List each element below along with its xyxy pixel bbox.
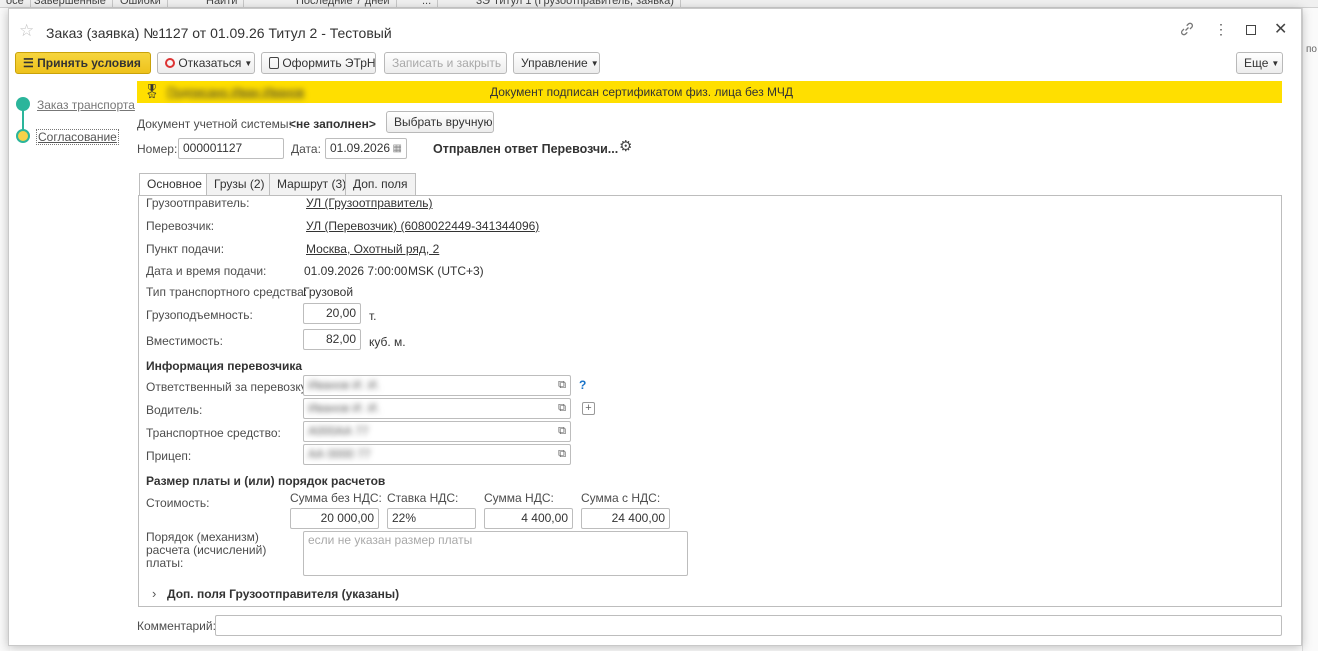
pickup-datetime-label: Дата и время подачи: — [146, 264, 267, 278]
sum-without-vat-header: Сумма без НДС: — [290, 491, 382, 505]
signer-link[interactable]: Подписано Иван Иванов — [167, 85, 304, 99]
sum-with-vat-header: Сумма с НДС: — [581, 491, 661, 505]
background-tab: Ошибки — [114, 0, 168, 7]
gear-icon[interactable]: ⚙ — [619, 137, 632, 155]
number-label: Номер: — [137, 142, 178, 156]
add-driver-icon[interactable]: + — [582, 402, 595, 415]
tab-route[interactable]: Маршрут (3) — [269, 173, 355, 195]
tab-main[interactable]: Основное — [139, 173, 210, 196]
issue-etrn-button[interactable]: Оформить ЭТрН — [261, 52, 376, 74]
pickup-point-label: Пункт подачи: — [146, 242, 225, 256]
date-field[interactable]: 01.09.2026 ▦ — [325, 138, 407, 159]
open-icon[interactable]: ⧉ — [558, 445, 566, 464]
carrier-info-heading: Информация перевозчика — [146, 359, 303, 373]
chevron-down-icon: ▼ — [244, 59, 253, 68]
star-icon[interactable]: ☆ — [19, 21, 34, 41]
open-icon[interactable]: ⧉ — [558, 376, 566, 395]
window-title: Заказ (заявка) №1127 от 01.09.26 Титул 2… — [46, 25, 392, 41]
accounting-document-label: Документ учетной системы: — [137, 117, 292, 131]
certificate-icon: 🎖 — [143, 83, 161, 99]
sum-with-vat-field[interactable]: 24 400,00 — [581, 508, 670, 529]
background-fragment-text: по — [1306, 44, 1317, 55]
shipper-extra-fields-group[interactable]: Доп. поля Грузоотправителя (указаны) — [167, 587, 399, 601]
timezone-value: MSK (UTC+3) — [408, 264, 484, 278]
vat-rate-header: Ставка НДС: — [387, 491, 459, 505]
chevron-right-icon[interactable]: › — [152, 586, 156, 601]
more-menu-button[interactable]: Еще ▼ — [1236, 52, 1283, 74]
help-icon[interactable]: ? — [579, 378, 586, 392]
manage-menu-button[interactable]: Управление ▼ — [513, 52, 600, 74]
vehicle-field[interactable]: А000АА 77 ⧉ — [303, 421, 571, 442]
link-icon[interactable] — [1179, 21, 1195, 40]
trailer-label: Прицеп: — [146, 449, 192, 463]
payment-order-label: Порядок (механизм) расчета (исчислений) … — [146, 530, 267, 570]
background-app-tabs: осе Завершенные Ошибки Найти Последние 7… — [0, 0, 1318, 8]
tab-extra-fields[interactable]: Доп. поля — [345, 173, 416, 195]
background-tab: ... — [416, 0, 439, 7]
pickup-datetime-value: 01.09.2026 7:00:00 — [304, 264, 408, 278]
vat-rate-field[interactable]: 22% — [387, 508, 476, 529]
open-icon[interactable]: ⧉ — [558, 422, 566, 441]
volume-unit: куб. м. — [369, 335, 406, 349]
background-tab: осе — [0, 0, 31, 7]
pickup-point-link[interactable]: Москва, Охотный ряд, 2 — [306, 242, 439, 256]
carrier-link[interactable]: УЛ (Перевозчик) (6080022449-341344096) — [306, 219, 539, 233]
capacity-label: Грузоподъемность: — [146, 308, 253, 322]
accept-icon: ☰ — [23, 56, 34, 70]
background-tab: Найти — [200, 0, 245, 7]
volume-label: Вместимость: — [146, 334, 223, 348]
vehicle-type-label: Тип транспортного средства: — [146, 285, 308, 299]
chevron-down-icon: ▼ — [1271, 59, 1280, 68]
shipper-link[interactable]: УЛ (Грузоотправитель) — [306, 196, 433, 210]
background-tab: 3Э Титул 1 (Грузоотправитель, заявка) — [470, 0, 681, 7]
order-window: ☆ Заказ (заявка) №1127 от 01.09.26 Титул… — [8, 8, 1302, 646]
trailer-field[interactable]: АА 0000 77 ⧉ — [303, 444, 571, 465]
more-icon[interactable]: ⋮ — [1214, 22, 1228, 36]
vat-amount-header: Сумма НДС: — [484, 491, 554, 505]
select-manually-button[interactable]: Выбрать вручную — [386, 111, 494, 133]
close-icon[interactable]: ✕ — [1274, 19, 1287, 39]
shipper-label: Грузоотправитель: — [146, 196, 250, 210]
sum-without-vat-field[interactable]: 20 000,00 — [290, 508, 379, 529]
date-label: Дата: — [291, 142, 321, 156]
vat-amount-field[interactable]: 4 400,00 — [484, 508, 573, 529]
decline-icon — [165, 58, 175, 68]
step-order-transport[interactable]: Заказ транспорта — [37, 98, 135, 112]
decline-button[interactable]: Отказаться ▼ — [157, 52, 255, 74]
driver-field[interactable]: Иванов И. И. ⧉ — [303, 398, 571, 419]
chevron-down-icon: ▼ — [590, 59, 599, 68]
save-and-close-button[interactable]: Записать и закрыть — [384, 52, 507, 74]
background-tab: Завершенные — [28, 0, 113, 7]
signature-status-text: Документ подписан сертификатом физ. лица… — [490, 85, 794, 99]
driver-label: Водитель: — [146, 403, 203, 417]
open-icon[interactable]: ⧉ — [558, 399, 566, 418]
status-text: Отправлен ответ Перевозчи... — [433, 142, 619, 156]
responsible-label: Ответственный за перевозку: — [146, 380, 311, 394]
carrier-label: Перевозчик: — [146, 219, 215, 233]
capacity-unit: т. — [369, 309, 377, 323]
tab-cargo[interactable]: Грузы (2) — [206, 173, 273, 195]
step-marker-order — [16, 97, 30, 111]
accept-conditions-button[interactable]: ☰ Принять условия — [15, 52, 151, 74]
background-tab: Последние 7 дней — [290, 0, 397, 7]
cost-label: Стоимость: — [146, 496, 210, 510]
vehicle-label: Транспортное средство: — [146, 426, 281, 440]
responsible-field[interactable]: Иванов И. И. ⧉ — [303, 375, 571, 396]
payment-order-field[interactable]: если не указан размер платы — [303, 531, 688, 576]
calendar-icon[interactable]: ▦ — [393, 139, 402, 158]
background-right-edge: по — [1302, 8, 1318, 651]
signature-banner: 🎖 Подписано Иван Иванов Документ подписа… — [137, 81, 1282, 103]
payment-heading: Размер платы и (или) порядок расчетов — [146, 474, 386, 488]
number-field[interactable]: 000001127 — [178, 138, 284, 159]
comment-field[interactable] — [215, 615, 1282, 636]
vehicle-type-value: Грузовой — [303, 285, 354, 299]
comment-label: Комментарий: — [137, 619, 216, 633]
step-approval[interactable]: Согласование — [36, 129, 119, 145]
accounting-document-value: <не заполнен> — [289, 117, 376, 131]
volume-field[interactable]: 82,00 — [303, 329, 361, 350]
document-icon — [269, 57, 279, 69]
step-marker-approval — [16, 129, 30, 143]
capacity-field[interactable]: 20,00 — [303, 303, 361, 324]
maximize-icon[interactable] — [1246, 25, 1256, 35]
